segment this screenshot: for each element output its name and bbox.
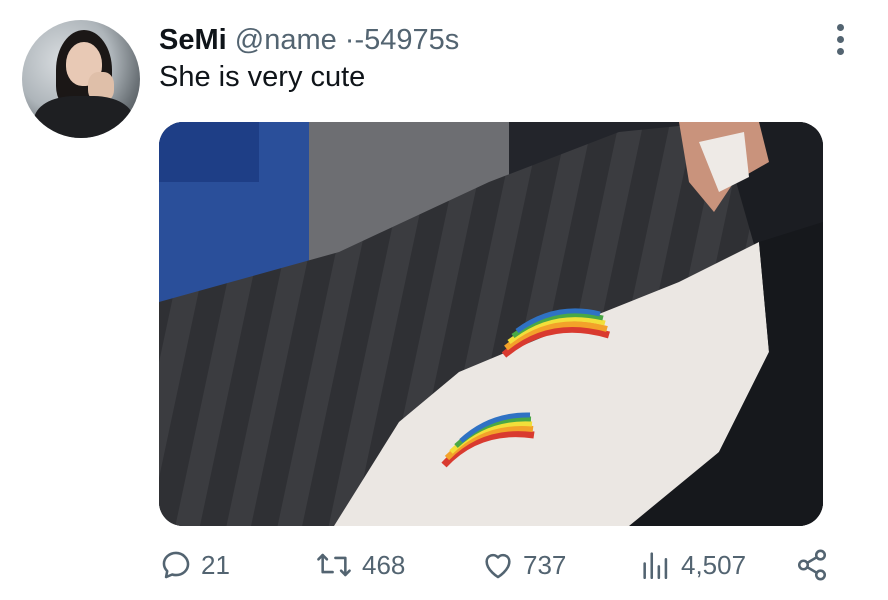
more-dot	[836, 47, 844, 55]
retweet-icon	[317, 553, 351, 577]
media-photo	[159, 122, 823, 526]
analytics-icon	[643, 552, 668, 580]
avatar[interactable]	[22, 20, 140, 138]
share-icon	[797, 549, 827, 581]
more-dot	[836, 35, 844, 43]
heart-icon	[485, 553, 511, 579]
tweet-header: SeMi @name ·-54975s	[159, 24, 459, 56]
reply-count: 21	[201, 549, 230, 580]
views-count: 4,507	[681, 549, 747, 580]
retweet-count: 468	[362, 549, 406, 580]
tweet-text: She is very cute	[159, 61, 366, 93]
avatar-body	[34, 96, 134, 138]
tweet-media-image[interactable]	[159, 122, 823, 526]
like-button[interactable]: 737	[481, 545, 566, 585]
author-handle[interactable]: @name	[235, 24, 337, 56]
more-options-button[interactable]	[826, 22, 854, 56]
reply-button[interactable]: 21	[159, 545, 230, 585]
tweet-actions: 21 468 737 4,507	[159, 545, 839, 585]
share-button[interactable]	[795, 545, 829, 585]
more-vertical-icon	[836, 23, 844, 31]
like-count: 737	[523, 549, 567, 580]
retweet-button[interactable]: 468	[314, 545, 405, 585]
timestamp[interactable]: -54975s	[354, 24, 459, 56]
views-button[interactable]: 4,507	[639, 545, 746, 585]
author-name[interactable]: SeMi	[159, 24, 227, 56]
reply-bubble-icon	[162, 551, 190, 579]
